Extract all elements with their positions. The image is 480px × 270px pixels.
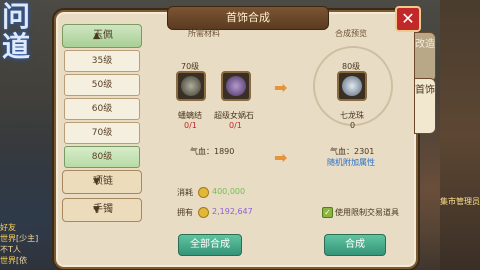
chat-line: 好友 <box>0 223 16 232</box>
scene-right <box>440 0 480 270</box>
preview-name: 七龙珠 <box>340 111 364 120</box>
arrow-right-icon: ➡ <box>274 148 288 167</box>
materials-title: 所需材料 <box>188 29 220 38</box>
level-button-active[interactable]: 80级 <box>64 146 140 168</box>
level-button[interactable]: 35级 <box>64 50 140 72</box>
dragon-pearl-icon <box>342 76 362 96</box>
preview-title: 合成预览 <box>335 29 367 38</box>
preview-stat: 气血：2301 <box>330 147 375 156</box>
category-jade[interactable]: 玉佩 ▲ <box>62 24 142 48</box>
npc-label: 集市管理员 <box>440 197 480 206</box>
level-button[interactable]: 70级 <box>64 122 140 144</box>
own-value: 2,192,647 <box>212 207 253 216</box>
material-slot[interactable] <box>221 71 251 101</box>
coin-icon <box>198 207 209 218</box>
random-attribute-link[interactable]: 随机附加属性 <box>327 157 375 168</box>
cost-label: 消耗 <box>177 188 193 197</box>
arrow-right-icon: ➡ <box>274 78 288 97</box>
material-stat: 气血：1890 <box>190 147 235 156</box>
chevron-down-icon: ▼ <box>93 177 100 187</box>
chat-line: 不T人 <box>0 245 21 254</box>
close-button[interactable]: ✕ <box>395 6 421 32</box>
chat-line: 世界[依 <box>0 256 28 265</box>
panel-title: 首饰合成 <box>167 6 329 30</box>
compose-all-button[interactable]: 全部合成 <box>178 234 242 256</box>
level-button[interactable]: 50级 <box>64 74 140 96</box>
chat-line: 世界[少主] <box>0 234 39 243</box>
tab-refit[interactable]: 改造 <box>414 32 436 82</box>
stone-icon <box>226 76 246 96</box>
category-necklace[interactable]: 项链 ▼ <box>62 170 142 194</box>
material-count: 0/1 <box>184 121 197 130</box>
preview-slot[interactable] <box>337 71 367 101</box>
category-bracelet[interactable]: 手镯 ▼ <box>62 198 142 222</box>
chevron-up-icon: ▲ <box>93 31 100 41</box>
material-count: 0/1 <box>229 121 242 130</box>
material-slot[interactable] <box>176 71 206 101</box>
trade-option-label: 使用限制交易道具 <box>335 208 399 217</box>
material-name: 超级女娲石 <box>214 111 254 120</box>
trade-checkbox[interactable]: ✓ <box>322 207 333 218</box>
preview-count: 0 <box>350 121 356 130</box>
chat-panel[interactable]: 好友 世界[少主] 不T人 世界[依 <box>0 222 52 266</box>
own-label: 拥有 <box>177 208 193 217</box>
coin-icon <box>198 187 209 198</box>
chevron-down-icon: ▼ <box>93 205 100 215</box>
tab-jewelry[interactable]: 首饰 <box>414 78 436 134</box>
game-logo: 问道 <box>2 0 31 63</box>
material-name: 蟠螭结 <box>178 111 202 120</box>
level-button[interactable]: 60级 <box>64 98 140 120</box>
compose-button[interactable]: 合成 <box>324 234 386 256</box>
cost-value: 400,000 <box>212 187 246 196</box>
knot-icon <box>181 76 201 96</box>
